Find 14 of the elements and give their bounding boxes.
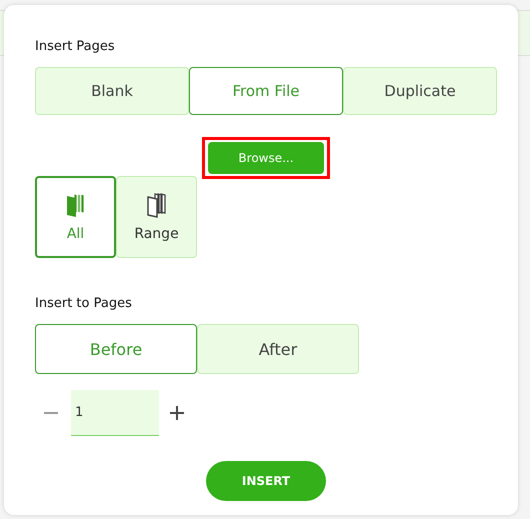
option-tab[interactable]: From File: [189, 67, 343, 115]
minus-icon: [44, 412, 58, 414]
plus-icon: [169, 405, 185, 421]
page-number-field[interactable]: 1: [71, 390, 159, 436]
option-tab[interactable]: After: [197, 324, 359, 374]
pages-icon: [144, 192, 168, 218]
mode-tab[interactable]: Range: [116, 176, 197, 258]
option-tab[interactable]: Before: [35, 324, 197, 374]
mode-tab[interactable]: All: [35, 176, 116, 258]
option-tab[interactable]: Blank: [35, 67, 189, 115]
option-tab[interactable]: Duplicate: [343, 67, 497, 115]
section-label: Insert Pages: [35, 39, 116, 56]
plus-button[interactable]: [167, 403, 187, 423]
section-label: Insert to Pages: [35, 296, 133, 313]
